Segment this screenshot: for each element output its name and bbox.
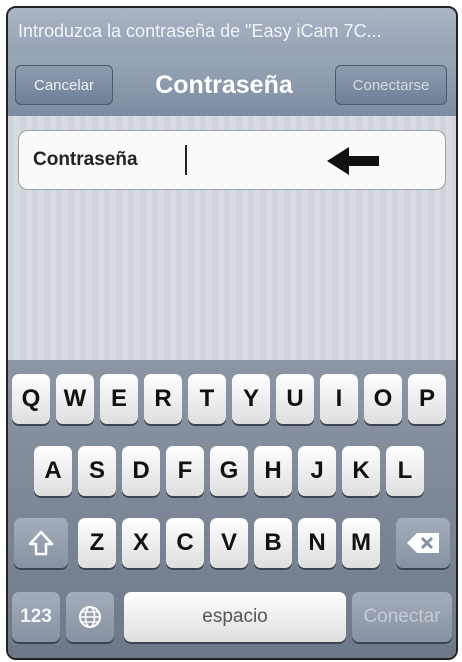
- backspace-icon: [407, 533, 439, 553]
- go-key[interactable]: Conectar: [352, 592, 452, 642]
- key-u[interactable]: U: [276, 374, 314, 424]
- key-h[interactable]: H: [254, 446, 292, 496]
- key-q[interactable]: Q: [12, 374, 50, 424]
- key-n[interactable]: N: [298, 518, 336, 568]
- shift-key[interactable]: [14, 518, 68, 568]
- shift-arrow-icon: [28, 530, 54, 556]
- key-f[interactable]: F: [166, 446, 204, 496]
- key-d[interactable]: D: [122, 446, 160, 496]
- connect-button[interactable]: Conectarse: [335, 65, 447, 105]
- delete-key[interactable]: [396, 518, 450, 568]
- keyboard: Q W E R T Y U I O P A S D F G H J K L Z …: [8, 360, 456, 658]
- key-k[interactable]: K: [342, 446, 380, 496]
- key-l[interactable]: L: [386, 446, 424, 496]
- key-t[interactable]: T: [188, 374, 226, 424]
- key-v[interactable]: V: [210, 518, 248, 568]
- key-p[interactable]: P: [408, 374, 446, 424]
- key-s[interactable]: S: [78, 446, 116, 496]
- globe-key[interactable]: [66, 592, 114, 642]
- arrow-left-icon: [327, 147, 379, 175]
- space-key[interactable]: espacio: [124, 592, 346, 642]
- key-j[interactable]: J: [298, 446, 336, 496]
- key-m[interactable]: M: [342, 518, 380, 568]
- globe-icon: [79, 606, 101, 628]
- key-y[interactable]: Y: [232, 374, 270, 424]
- password-label: Contraseña: [33, 149, 138, 170]
- key-i[interactable]: I: [320, 374, 358, 424]
- key-w[interactable]: W: [56, 374, 94, 424]
- prompt-text: Introduzca la contraseña de "Easy iCam 7…: [8, 8, 456, 54]
- password-field[interactable]: Contraseña: [18, 130, 446, 190]
- text-cursor: [185, 145, 187, 175]
- key-b[interactable]: B: [254, 518, 292, 568]
- key-a[interactable]: A: [34, 446, 72, 496]
- key-r[interactable]: R: [144, 374, 182, 424]
- page-title: Contraseña: [155, 71, 293, 99]
- navigation-bar: Cancelar Contraseña Conectarse: [8, 54, 456, 117]
- key-g[interactable]: G: [210, 446, 248, 496]
- key-o[interactable]: O: [364, 374, 402, 424]
- cancel-button[interactable]: Cancelar: [15, 65, 113, 105]
- phone-screen: Introduzca la contraseña de "Easy iCam 7…: [6, 6, 458, 660]
- numbers-key[interactable]: 123: [12, 592, 60, 642]
- key-x[interactable]: X: [122, 518, 160, 568]
- content-area: Contraseña: [8, 116, 456, 360]
- key-c[interactable]: C: [166, 518, 204, 568]
- key-e[interactable]: E: [100, 374, 138, 424]
- key-z[interactable]: Z: [78, 518, 116, 568]
